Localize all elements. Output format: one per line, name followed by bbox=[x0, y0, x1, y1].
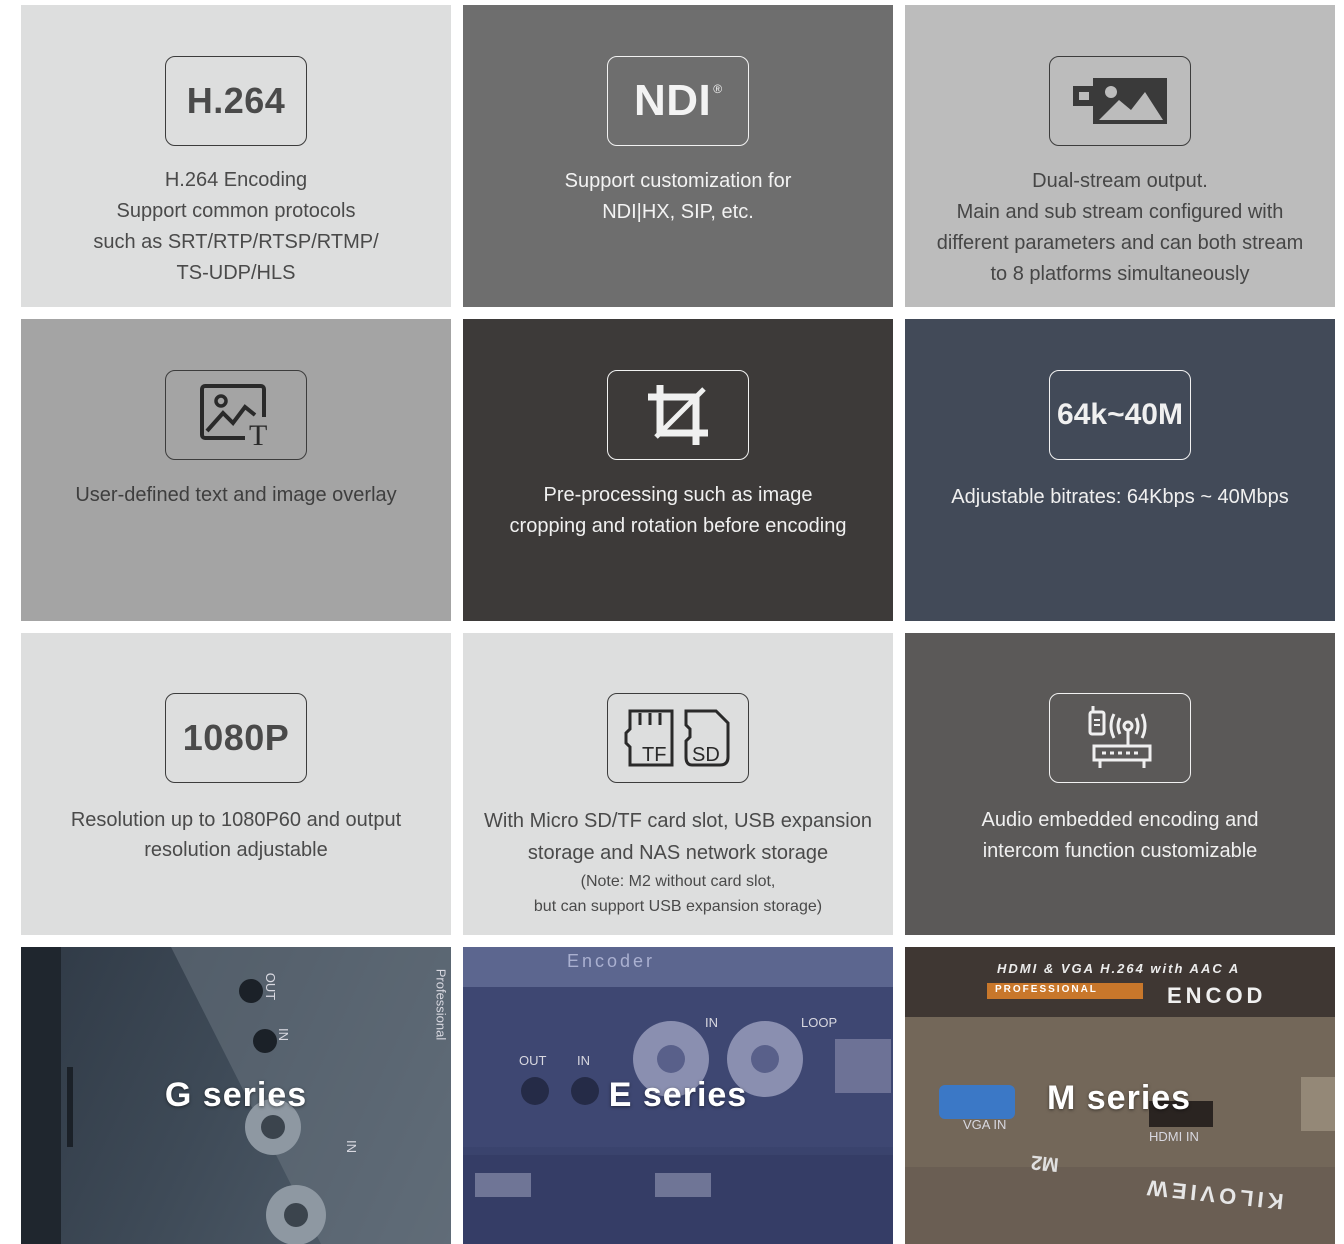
feature-grid: H.264 H.264 Encoding Support common prot… bbox=[21, 5, 1335, 1244]
tf-label: TF bbox=[642, 744, 666, 766]
description-line: intercom function customizable bbox=[982, 840, 1258, 862]
g-series-card[interactable]: OUT IN Professional IN G series bbox=[21, 947, 451, 1244]
resolution-badge: 1080P bbox=[165, 693, 307, 783]
crop-badge bbox=[607, 370, 749, 460]
e-series-caption: IN bbox=[705, 1015, 718, 1030]
ndi-badge: NDI ® bbox=[607, 56, 749, 146]
tf-sd-card-icon: TF SD bbox=[624, 709, 730, 767]
feature-tile-h264: H.264 H.264 Encoding Support common prot… bbox=[21, 5, 451, 307]
description-line: cropping and rotation before encoding bbox=[509, 515, 847, 537]
e-series-caption: OUT bbox=[519, 1053, 547, 1068]
description-line: Main and sub stream configured with bbox=[956, 201, 1284, 223]
description-line: Adjustable bitrates: 64Kbps ~ 40Mbps bbox=[951, 486, 1289, 508]
m-series-caption: ENCOD bbox=[1167, 983, 1267, 1008]
m-series-caption: HDMI & VGA H.264 with AAC A bbox=[997, 961, 1241, 976]
feature-tile-overlay: T User-defined text and image overlay bbox=[21, 319, 451, 621]
e-series-caption: LOOP bbox=[801, 1015, 838, 1030]
image-icon bbox=[1073, 78, 1167, 124]
description-line: different parameters and can both stream bbox=[936, 232, 1304, 254]
description-line: such as SRT/RTP/RTSP/RTMP/ bbox=[93, 231, 379, 253]
sd-label: SD bbox=[692, 744, 720, 766]
audio-badge bbox=[1049, 693, 1191, 783]
description-line: NDI|HX, SIP, etc. bbox=[602, 201, 754, 223]
description-line: User-defined text and image overlay bbox=[75, 484, 397, 506]
feature-tile-dual-stream: Dual-stream output. Main and sub stream … bbox=[905, 5, 1335, 307]
image-text-overlay-icon: T bbox=[200, 384, 273, 447]
storage-badge: TF SD bbox=[607, 693, 749, 783]
h264-badge-label: H.264 bbox=[186, 80, 286, 121]
g-series-title: G series bbox=[164, 1076, 308, 1114]
description-line: With Micro SD/TF card slot, USB expansio… bbox=[484, 810, 872, 832]
m-series-title: M series bbox=[1047, 1079, 1192, 1117]
m-series-caption: PROFESSIONAL bbox=[995, 984, 1098, 995]
description-line: to 8 platforms simultaneously bbox=[990, 263, 1250, 285]
e-series-caption: Encoder bbox=[567, 951, 656, 971]
feature-description: User-defined text and image overlay bbox=[21, 480, 451, 511]
registered-mark: ® bbox=[713, 82, 723, 96]
bitrate-badge-label: 64k~40M bbox=[1057, 398, 1183, 431]
description-line: Resolution up to 1080P60 and output bbox=[70, 809, 402, 831]
audio-intercom-router-icon bbox=[1088, 706, 1152, 768]
feature-description: Audio embedded encoding and intercom fun… bbox=[905, 805, 1335, 867]
description-note: (Note: M2 without card slot, bbox=[580, 873, 776, 890]
crop-icon bbox=[648, 385, 708, 445]
feature-description: Adjustable bitrates: 64Kbps ~ 40Mbps bbox=[905, 482, 1335, 513]
feature-tile-resolution: 1080P Resolution up to 1080P60 and outpu… bbox=[21, 633, 451, 935]
description-line: Support customization for bbox=[564, 170, 792, 192]
description-line: Pre-processing such as image bbox=[543, 484, 813, 506]
description-line: storage and NAS network storage bbox=[527, 842, 829, 864]
e-series-card[interactable]: Encoder IN LOOP OUT IN E series bbox=[463, 947, 893, 1244]
e-series-title: E series bbox=[608, 1076, 748, 1114]
g-series-caption: IN bbox=[276, 1028, 291, 1041]
h264-badge: H.264 bbox=[165, 56, 307, 146]
m-series-caption: VGA IN bbox=[963, 1117, 1007, 1132]
g-series-caption: Professional bbox=[433, 968, 449, 1041]
feature-tile-bitrate: 64k~40M Adjustable bitrates: 64Kbps ~ 40… bbox=[905, 319, 1335, 621]
feature-description: Dual-stream output. Main and sub stream … bbox=[905, 166, 1335, 290]
description-line: Audio embedded encoding and bbox=[981, 809, 1259, 831]
m-series-caption: M2 bbox=[1029, 1150, 1060, 1176]
feature-description: Resolution up to 1080P60 and output reso… bbox=[21, 805, 451, 865]
feature-description: Pre-processing such as image cropping an… bbox=[463, 480, 893, 542]
m-series-caption: HDMI IN bbox=[1149, 1129, 1199, 1144]
feature-tile-ndi: NDI ® Support customization for NDI|HX, … bbox=[463, 5, 893, 307]
feature-description: Support customization for NDI|HX, SIP, e… bbox=[463, 166, 893, 228]
feature-description: H.264 Encoding Support common protocols … bbox=[21, 165, 451, 289]
description-line: H.264 Encoding bbox=[164, 169, 308, 191]
overlay-badge: T bbox=[165, 370, 307, 460]
feature-description: With Micro SD/TF card slot, USB expansio… bbox=[463, 805, 893, 919]
feature-tile-storage: TF SD With Micro SD/TF card slot, USB ex… bbox=[463, 633, 893, 935]
description-note: but can support USB expansion storage) bbox=[533, 898, 823, 915]
g-series-caption: IN bbox=[344, 1140, 359, 1153]
m-series-card[interactable]: HDMI & VGA H.264 with AAC A PROFESSIONAL… bbox=[905, 947, 1335, 1244]
feature-tile-crop: Pre-processing such as image cropping an… bbox=[463, 319, 893, 621]
description-line: Support common protocols bbox=[116, 200, 356, 222]
feature-tile-audio: Audio embedded encoding and intercom fun… bbox=[905, 633, 1335, 935]
resolution-badge-label: 1080P bbox=[182, 717, 290, 758]
e-series-caption: IN bbox=[577, 1053, 590, 1068]
dual-stream-badge bbox=[1049, 56, 1191, 146]
description-line: Dual-stream output. bbox=[1032, 170, 1208, 192]
description-line: TS-UDP/HLS bbox=[176, 262, 296, 284]
g-series-caption: OUT bbox=[263, 972, 279, 1001]
svg-text:T: T bbox=[249, 419, 267, 447]
ndi-badge-label: NDI bbox=[633, 76, 712, 125]
bitrate-badge: 64k~40M bbox=[1049, 370, 1191, 460]
description-line: resolution adjustable bbox=[144, 839, 328, 861]
